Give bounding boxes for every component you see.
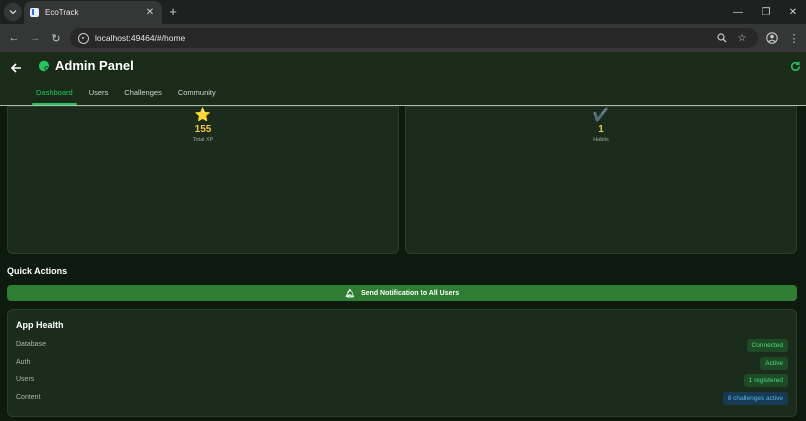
quick-actions-title: Quick Actions <box>7 266 68 276</box>
bookmark-star-icon[interactable]: ☆ <box>736 32 748 44</box>
browser-tab[interactable]: EcoTrack ✕ <box>24 1 162 24</box>
browser-menu-icon[interactable]: ⋮ <box>786 30 802 46</box>
stat-value: 155 <box>194 124 212 135</box>
back-button[interactable]: ← <box>6 30 22 46</box>
app-health-title: App Health <box>16 320 64 330</box>
health-row-users: Users 1 registered <box>16 374 788 388</box>
status-badge: 1 registered <box>743 374 788 387</box>
health-label: Users <box>16 376 35 383</box>
reload-button[interactable]: ↻ <box>48 30 64 46</box>
stat-label: Habits <box>593 137 609 143</box>
tab-search-button[interactable] <box>4 3 22 21</box>
health-label: Auth <box>16 359 31 366</box>
address-bar[interactable]: localhost:49464/#/home ☆ <box>70 28 758 48</box>
new-tab-button[interactable]: + <box>166 3 180 19</box>
app-health-card: App Health Database Connected Auth Activ… <box>7 309 797 417</box>
zoom-icon[interactable] <box>716 32 728 44</box>
health-label: Database <box>16 341 46 348</box>
health-label: Content <box>16 394 41 401</box>
back-arrow-icon[interactable] <box>8 60 24 76</box>
dashboard-content[interactable]: ⭐ 155 Total XP ✔️ 1 Habits Quick Actions… <box>0 106 806 421</box>
status-badge: Active <box>760 357 788 370</box>
bell-icon: 🔔︎ <box>344 288 355 298</box>
stat-card-xp: ⭐ 155 Total XP <box>7 106 399 254</box>
refresh-icon[interactable] <box>788 59 802 73</box>
check-icon: ✔️ <box>592 107 610 122</box>
site-info-icon[interactable] <box>78 32 89 44</box>
browser-toolbar: ← → ↻ localhost:49464/#/home ☆ ⋮ <box>0 24 806 52</box>
tab-title: EcoTrack <box>45 8 79 17</box>
send-notification-label: Send Notification to All Users <box>361 289 460 297</box>
tab-community[interactable]: Community <box>170 87 224 105</box>
page-title: Admin Panel <box>55 58 134 73</box>
forward-button[interactable]: → <box>27 30 43 46</box>
star-icon: ⭐ <box>194 107 212 122</box>
url-text[interactable]: localhost:49464/#/home <box>95 33 185 43</box>
stat-value: 1 <box>598 124 604 135</box>
status-badge: Connected <box>746 339 788 352</box>
admin-tabs: Dashboard Users Challenges Community <box>28 87 224 105</box>
health-row-content: Content 8 challenges active <box>16 392 788 406</box>
browser-tabstrip: EcoTrack ✕ + — ❐ ✕ <box>0 0 806 24</box>
stat-label: Total XP <box>192 137 214 143</box>
close-tab-icon[interactable]: ✕ <box>142 7 158 18</box>
tab-challenges[interactable]: Challenges <box>116 87 170 105</box>
health-row-database: Database Connected <box>16 339 788 353</box>
app-header: Admin Panel Dashboard Users Challenges C… <box>0 52 806 106</box>
admin-shield-icon <box>39 60 49 72</box>
profile-icon[interactable] <box>764 30 780 46</box>
flutter-favicon-icon <box>30 8 39 17</box>
restore-button[interactable]: ❐ <box>756 4 776 20</box>
status-badge: 8 challenges active <box>722 392 788 405</box>
chevron-down-icon <box>9 10 17 15</box>
tab-users[interactable]: Users <box>81 87 117 105</box>
close-window-button[interactable]: ✕ <box>783 4 803 20</box>
tab-dashboard[interactable]: Dashboard <box>28 87 81 105</box>
stat-card-habits: ✔️ 1 Habits <box>405 106 797 254</box>
health-row-auth: Auth Active <box>16 357 788 371</box>
minimize-button[interactable]: — <box>728 4 748 20</box>
send-notification-button[interactable]: 🔔︎ Send Notification to All Users <box>7 285 797 301</box>
